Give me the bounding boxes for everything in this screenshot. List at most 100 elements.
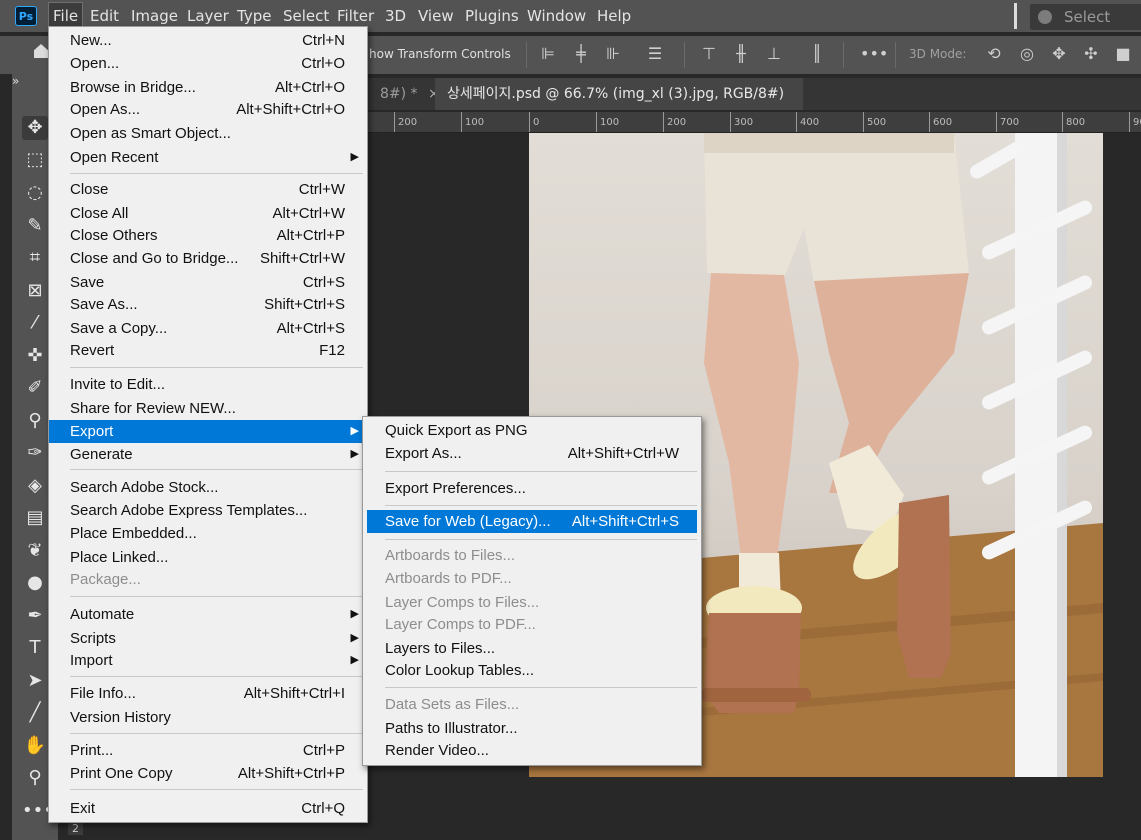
menu-item-label: Search Adobe Stock... (70, 479, 219, 496)
crop-tool-icon[interactable]: ⌗ (22, 246, 48, 270)
clone-stamp-tool-icon[interactable]: ⚲ (22, 409, 48, 433)
menu-item-print-one-copy[interactable]: Print One Copy Alt+Shift+Ctrl+P (49, 762, 367, 785)
type-tool-icon[interactable]: T (22, 636, 48, 660)
healing-brush-tool-icon[interactable]: ✜ (22, 344, 48, 368)
brush-tool-icon[interactable]: ✐ (22, 376, 48, 400)
history-brush-tool-icon[interactable]: ✑ (22, 441, 48, 465)
align-center-icon[interactable]: ╪ (572, 45, 590, 63)
edit-toolbar-icon[interactable]: ••• (22, 799, 54, 823)
menu-item-export-as[interactable]: Export As... Alt+Shift+Ctrl+W (363, 442, 701, 465)
menu-item-quick-export-png[interactable]: Quick Export as PNG (363, 419, 701, 442)
menu-item-label: Export Preferences... (385, 480, 526, 497)
align-left-icon[interactable]: ⊫ (539, 45, 557, 63)
menu-item-browse-in-bridge[interactable]: Browse in Bridge... Alt+Ctrl+O (49, 76, 367, 99)
menu-item-automate[interactable]: Automate ▶ (49, 603, 367, 626)
menu-item-search-adobe-express-templates[interactable]: Search Adobe Express Templates... (49, 499, 367, 522)
menu-item-shortcut: Ctrl+P (302, 742, 345, 759)
menu-item-label: Open As... (70, 101, 141, 118)
menu-item-label: Automate (70, 606, 135, 623)
menu-item-layers-to-files[interactable]: Layers to Files... (363, 637, 701, 660)
menu-item-revert[interactable]: Revert F12 (49, 339, 367, 362)
distribute-icon[interactable]: ☰ (646, 45, 664, 63)
menu-window[interactable]: Window (527, 0, 586, 32)
path-selection-tool-icon[interactable]: ➤ (22, 669, 48, 693)
menu-item-close-all[interactable]: Close All Alt+Ctrl+W (49, 202, 367, 225)
menu-3d[interactable]: 3D (385, 0, 406, 32)
menu-view[interactable]: View (418, 0, 454, 32)
horizontal-ruler[interactable]: 200 100 0 100 200 300 400 500 600 700 80… (366, 112, 1141, 133)
menu-item-close[interactable]: Close Ctrl+W (49, 178, 367, 201)
3d-roll-icon[interactable]: ◎ (1018, 45, 1036, 63)
menu-item-save-as[interactable]: Save As... Shift+Ctrl+S (49, 293, 367, 316)
3d-slide-icon[interactable]: ✣ (1082, 45, 1100, 63)
move-tool-icon[interactable]: ✥ (22, 116, 48, 140)
menu-item-save-for-web[interactable]: Save for Web (Legacy)... Alt+Shift+Ctrl+S (367, 510, 697, 533)
show-transform-controls-label[interactable]: how Transform Controls (369, 47, 511, 61)
menu-item-open-as[interactable]: Open As... Alt+Shift+Ctrl+O (49, 98, 367, 121)
menu-item-version-history[interactable]: Version History (49, 706, 367, 729)
menu-help[interactable]: Help (597, 0, 631, 32)
menu-item-generate[interactable]: Generate ▶ (49, 443, 367, 466)
menu-item-file-info[interactable]: File Info... Alt+Shift+Ctrl+I (49, 682, 367, 705)
menu-item-share-for-review[interactable]: Share for Review NEW... (49, 397, 367, 420)
quick-selection-tool-icon[interactable]: ✎ (22, 214, 48, 238)
menu-item-import[interactable]: Import ▶ (49, 649, 367, 672)
3d-orbit-icon[interactable]: ⟲ (985, 45, 1003, 63)
align-top-icon[interactable]: ⊤ (700, 45, 718, 63)
align-bottom-icon[interactable]: ⊥ (765, 45, 783, 63)
menu-item-paths-to-illustrator[interactable]: Paths to Illustrator... (363, 717, 701, 740)
3d-scale-icon[interactable]: ■ (1114, 45, 1132, 63)
menu-item-save-a-copy[interactable]: Save a Copy... Alt+Ctrl+S (49, 317, 367, 340)
menu-item-close-others[interactable]: Close Others Alt+Ctrl+P (49, 224, 367, 247)
menu-item-scripts[interactable]: Scripts ▶ (49, 627, 367, 650)
lasso-tool-icon[interactable]: ◌ (22, 181, 48, 205)
menu-item-open[interactable]: Open... Ctrl+O (49, 52, 367, 75)
menu-item-color-lookup-tables[interactable]: Color Lookup Tables... (363, 659, 701, 682)
menu-item-export-preferences[interactable]: Export Preferences... (363, 477, 701, 500)
menu-item-open-recent[interactable]: Open Recent ▶ (49, 146, 367, 169)
menu-separator (70, 469, 363, 470)
align-middle-icon[interactable]: ╫ (732, 45, 750, 63)
menu-item-label: Layer Comps to PDF... (385, 616, 536, 633)
zoom-tool-icon[interactable]: ⚲ (22, 766, 48, 790)
eraser-tool-icon[interactable]: ◈ (22, 474, 48, 498)
collapse-panel-icon[interactable]: » (12, 74, 19, 88)
menu-item-shortcut: Alt+Ctrl+O (274, 79, 345, 96)
tab-document-active[interactable]: 상세페이지.psd @ 66.7% (img_xl (3).jpg, RGB/8… (435, 78, 803, 134)
frame-tool-icon[interactable]: ⊠ (22, 279, 48, 303)
menu-item-close-and-go-to-bridge[interactable]: Close and Go to Bridge... Shift+Ctrl+W (49, 247, 367, 270)
align-right-icon[interactable]: ⊪ (604, 45, 622, 63)
menu-item-label: Artboards to PDF... (385, 570, 512, 587)
dodge-tool-icon[interactable]: ● (22, 571, 48, 595)
menu-item-save[interactable]: Save Ctrl+S (49, 271, 367, 294)
ruler-tick: 500 (863, 112, 886, 132)
menu-plugins[interactable]: Plugins (465, 0, 519, 32)
menu-item-exit[interactable]: Exit Ctrl+Q (49, 797, 367, 820)
blur-tool-icon[interactable]: ❦ (22, 539, 48, 563)
default-colors-label[interactable]: 2 (68, 822, 83, 835)
marquee-tool-icon[interactable]: ⬚ (22, 148, 48, 172)
ruler-tick: 100 (596, 112, 619, 132)
photoshop-logo-icon[interactable]: Ps (15, 6, 37, 26)
select-subject-button[interactable]: Select subje (1030, 4, 1141, 52)
hand-tool-icon[interactable]: ✋ (22, 734, 48, 758)
menu-item-invite-to-edit[interactable]: Invite to Edit... (49, 373, 367, 396)
distribute-vertical-icon[interactable]: ║ (808, 45, 826, 63)
more-options-icon[interactable]: ••• (860, 45, 888, 63)
pen-tool-icon[interactable]: ✒ (22, 604, 48, 628)
home-icon[interactable] (34, 44, 48, 58)
menu-file[interactable]: File (48, 2, 84, 28)
gradient-tool-icon[interactable]: ▤ (22, 506, 48, 530)
menu-item-export[interactable]: Export ▶ (49, 420, 367, 443)
menu-item-new[interactable]: New... Ctrl+N (49, 29, 367, 52)
menu-item-place-embedded[interactable]: Place Embedded... (49, 522, 367, 545)
3d-pan-icon[interactable]: ✥ (1050, 45, 1068, 63)
menu-item-render-video[interactable]: Render Video... (363, 739, 701, 762)
menu-item-open-as-smart-object[interactable]: Open as Smart Object... (49, 122, 367, 145)
line-tool-icon[interactable]: ╱ (22, 701, 48, 725)
eyedropper-tool-icon[interactable]: ⁄ (22, 311, 48, 335)
menu-item-print[interactable]: Print... Ctrl+P (49, 739, 367, 762)
menu-item-search-adobe-stock[interactable]: Search Adobe Stock... (49, 476, 367, 499)
menu-separator (70, 173, 363, 174)
menu-item-place-linked[interactable]: Place Linked... (49, 546, 367, 569)
